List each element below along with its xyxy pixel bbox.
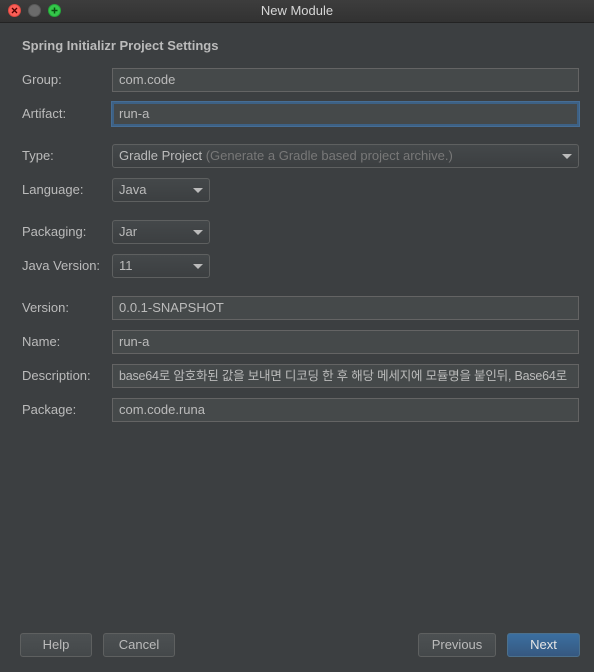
name-label: Name: xyxy=(22,334,61,349)
description-label: Description: xyxy=(22,368,91,383)
chevron-down-icon xyxy=(193,264,203,269)
previous-button[interactable]: Previous xyxy=(418,633,496,657)
window-title: New Module xyxy=(260,3,334,18)
language-value: Java xyxy=(119,182,147,197)
name-input[interactable]: run-a xyxy=(112,330,579,354)
next-button[interactable]: Next xyxy=(507,633,580,657)
type-label: Type: xyxy=(22,148,54,163)
java-version-dropdown[interactable]: 11 xyxy=(112,254,210,278)
packaging-label: Packaging: xyxy=(22,224,87,239)
new-module-dialog: New Module Spring Initializr Project Set… xyxy=(0,0,594,672)
java-version-label: Java Version: xyxy=(22,258,101,273)
cancel-button[interactable]: Cancel xyxy=(103,633,175,657)
artifact-input[interactable]: run-a xyxy=(112,102,579,126)
title-bar[interactable]: New Module xyxy=(0,0,594,23)
help-button[interactable]: Help xyxy=(20,633,92,657)
version-input[interactable]: 0.0.1-SNAPSHOT xyxy=(112,296,579,320)
package-input[interactable]: com.code.runa xyxy=(112,398,579,422)
chevron-down-icon xyxy=(193,188,203,193)
java-version-value: 11 xyxy=(119,258,133,273)
packaging-dropdown[interactable]: Jar xyxy=(112,220,210,244)
language-label: Language: xyxy=(22,182,84,197)
type-dropdown[interactable]: Gradle Project (Generate a Gradle based … xyxy=(112,144,579,168)
group-input[interactable]: com.code xyxy=(112,68,579,92)
chevron-down-icon xyxy=(193,230,203,235)
chevron-down-icon xyxy=(562,154,572,159)
packaging-value: Jar xyxy=(119,224,138,239)
artifact-label: Artifact: xyxy=(22,106,67,121)
package-label: Package: xyxy=(22,402,77,417)
language-dropdown[interactable]: Java xyxy=(112,178,210,202)
description-input[interactable]: base64로 암호화된 값을 보내면 디코딩 한 후 해당 메세지에 모듈명을… xyxy=(112,364,579,388)
group-label: Group: xyxy=(22,72,62,87)
type-value: Gradle Project xyxy=(119,148,203,163)
version-label: Version: xyxy=(22,300,69,315)
section-title: Spring Initializr Project Settings xyxy=(22,38,219,53)
type-hint: (Generate a Gradle based project archive… xyxy=(205,148,453,163)
